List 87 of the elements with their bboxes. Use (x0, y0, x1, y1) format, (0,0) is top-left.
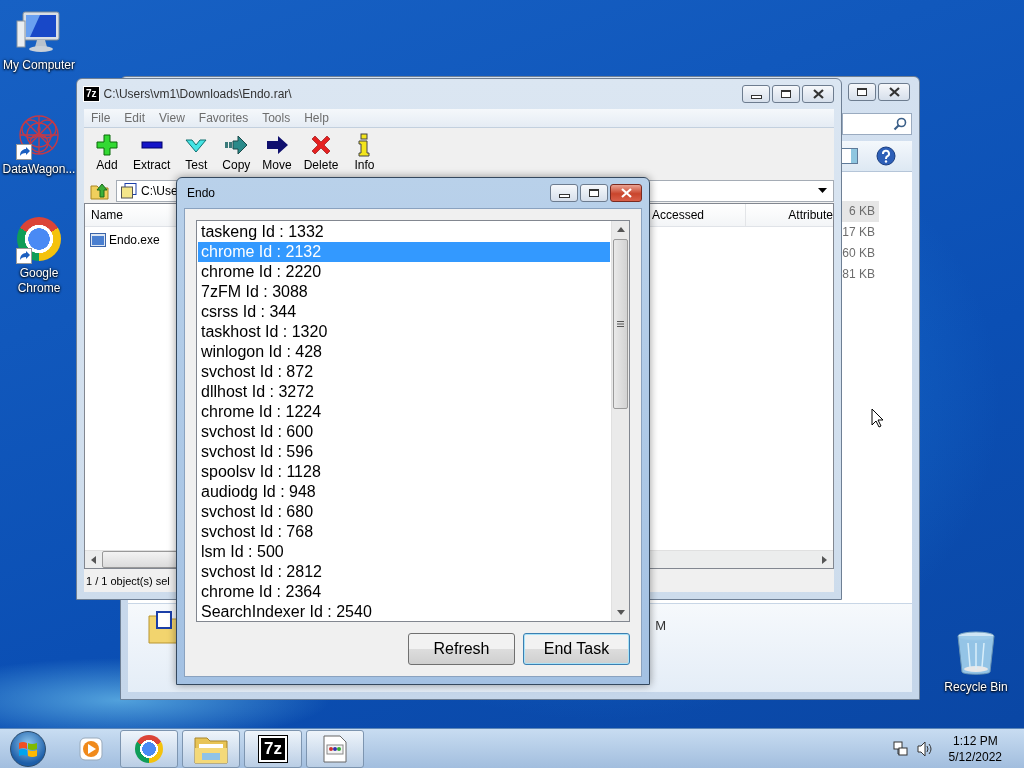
toolbar-button[interactable]: Delete (298, 133, 344, 173)
up-arrow-icon (616, 227, 625, 232)
search-field[interactable] (842, 113, 912, 135)
down-arrow-icon (616, 610, 625, 615)
icon-label: DataWagon... (2, 162, 76, 177)
list-item[interactable]: lsm Id : 500 (198, 542, 610, 562)
list-item[interactable]: 7zFM Id : 3088 (198, 282, 610, 302)
toolbar-button[interactable]: Info (345, 133, 384, 173)
grip-icon (617, 321, 624, 327)
status-text: 1 / 1 object(s) sel (86, 574, 170, 587)
maximize-button[interactable] (580, 184, 608, 202)
windows-logo (18, 739, 38, 758)
list-item[interactable]: taskhost Id : 1320 (198, 322, 610, 342)
minimize-button[interactable] (550, 184, 578, 202)
list-item[interactable]: taskeng Id : 1332 (198, 222, 610, 242)
menu-item[interactable]: Help (297, 110, 336, 125)
list-item[interactable]: svchost Id : 872 (198, 362, 610, 382)
toolbar-button[interactable]: Move (257, 133, 297, 173)
speaker-icon[interactable] (916, 740, 933, 757)
menu-item[interactable]: View (152, 110, 192, 125)
list-row[interactable]: Endo.exe (85, 230, 170, 251)
dialog-button[interactable]: End Task (523, 633, 630, 665)
taskbar-button[interactable] (182, 729, 240, 768)
left-arrow-icon (91, 555, 96, 564)
vertical-scrollbar[interactable] (611, 221, 629, 621)
menu-item[interactable]: File (84, 110, 118, 125)
list-item[interactable]: audiodg Id : 948 (198, 482, 610, 502)
list-item[interactable]: csrss Id : 344 (198, 302, 610, 322)
list-item[interactable]: winlogon Id : 428 (198, 342, 610, 362)
table-cell-text: 60 KB (841, 245, 876, 262)
clock-button[interactable]: 1:12 PM 5/12/2022 (942, 732, 1008, 765)
close-button[interactable] (878, 83, 910, 101)
close-icon (620, 188, 632, 198)
toolbar-button[interactable]: Copy (217, 133, 256, 173)
icon-label: Google Chrome (16, 266, 62, 296)
search-icon (893, 117, 907, 131)
list-item[interactable]: dllhost Id : 3272 (198, 382, 610, 402)
close-icon (888, 87, 900, 97)
maximize-button[interactable] (848, 83, 876, 101)
network-icon[interactable] (892, 740, 909, 757)
list-item[interactable]: chrome Id : 2364 (198, 582, 610, 602)
details-text: M (655, 618, 666, 633)
archive-icon (121, 182, 137, 199)
list-item[interactable]: svchost Id : 768 (198, 522, 610, 542)
toolbar-button[interactable]: Extract (128, 133, 176, 173)
list-item[interactable]: svchost Id : 600 (198, 422, 610, 442)
list-item[interactable]: svchost Id : 680 (198, 502, 610, 522)
menu-item[interactable]: Tools (255, 110, 298, 125)
toolbar-button[interactable]: Test (177, 133, 216, 173)
dialog-button[interactable]: Refresh (408, 633, 515, 665)
app-logo: 7z (84, 86, 99, 101)
close-button[interactable] (610, 184, 642, 202)
chrome-icon[interactable] (17, 217, 61, 261)
maximize-button[interactable] (772, 84, 800, 103)
close-icon (812, 88, 824, 99)
window-title: Endo (187, 186, 216, 200)
close-button[interactable] (802, 84, 834, 103)
dropdown-arrow-icon (818, 188, 827, 194)
list-item[interactable]: svchost Id : 2812 (198, 562, 610, 582)
start-button[interactable] (10, 730, 46, 767)
list-item[interactable]: chrome Id : 2220 (198, 262, 610, 282)
minus-icon (140, 141, 163, 150)
taskbar-button[interactable]: 7z (244, 729, 302, 768)
table-cell-text: 17 KB (841, 224, 876, 241)
help-icon[interactable] (876, 146, 896, 166)
toolbar-button[interactable]: Add (88, 133, 126, 173)
menu-item[interactable]: Favorites (191, 110, 256, 125)
table-cell-text: 81 KB (841, 266, 876, 283)
chrome-icon (135, 734, 163, 763)
taskbar-button[interactable] (306, 729, 364, 768)
mouse-pointer-icon (871, 408, 884, 428)
icon-label: Recycle Bin (944, 680, 1008, 695)
icon-label: My Computer (3, 58, 75, 73)
recycle-bin-icon[interactable] (954, 629, 998, 677)
scrollbar-thumb[interactable] (613, 239, 628, 409)
menu-item[interactable]: Edit (117, 110, 153, 125)
right-arrow-icon (822, 555, 827, 564)
executable-icon (90, 233, 106, 248)
taskbar-button[interactable] (120, 729, 178, 768)
list-item[interactable]: SearchIndexer Id : 2540 (198, 602, 610, 622)
plus-icon (95, 133, 119, 158)
list-item[interactable]: chrome Id : 1224 (198, 402, 610, 422)
window-title: C:\Users\vm1\Downloads\Endo.rar\ (103, 86, 292, 101)
window-icon (323, 734, 347, 763)
list-item[interactable]: svchost Id : 596 (198, 442, 610, 462)
list-item[interactable]: spoolsv Id : 1128 (198, 462, 610, 482)
minimize-button[interactable] (742, 84, 770, 103)
